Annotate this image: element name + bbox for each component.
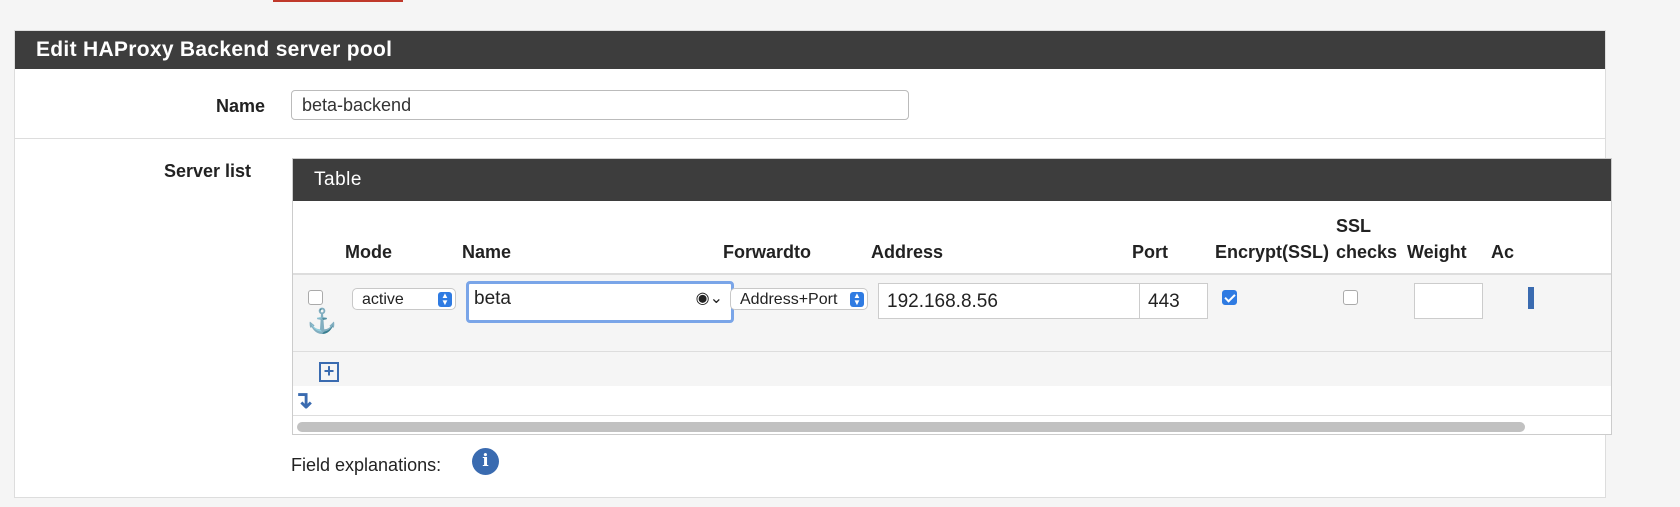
select-arrow-icon: ▲ ▼ — [438, 292, 452, 307]
forwardto-select-value: Address+Port — [740, 291, 838, 308]
weight-input[interactable] — [1414, 283, 1483, 319]
move-row-area: ↴ — [293, 386, 1611, 416]
header-ssl-checks-line1: SSL — [1336, 216, 1372, 236]
select-arrow-icon: ▲ ▼ — [850, 292, 864, 307]
port-value: 443 — [1148, 291, 1180, 312]
header-weight: Weight — [1407, 242, 1467, 262]
header-actions: Ac — [1491, 242, 1515, 262]
panel-title: Edit HAProxy Backend server pool — [15, 31, 1605, 69]
name-label: Name — [215, 96, 265, 116]
name-input[interactable] — [291, 90, 909, 120]
server-name-value: beta — [474, 288, 511, 309]
server-list-label: Server list — [163, 161, 251, 181]
mode-select[interactable]: active ▲ ▼ — [352, 288, 456, 310]
top-accent-bar — [273, 0, 403, 2]
row-select-checkbox[interactable] — [308, 290, 323, 305]
trash-icon[interactable] — [1528, 287, 1534, 309]
info-icon[interactable]: i — [472, 448, 499, 475]
header-name: Name — [462, 242, 512, 262]
anchor-icon[interactable]: ⚓ — [307, 307, 337, 336]
horizontal-scrollbar[interactable] — [293, 415, 1611, 434]
address-input[interactable]: 192.168.8.56 — [878, 283, 1140, 319]
table-row: ⚓ active ▲ ▼ beta ◉⌄ Address+Port ▲ ▼ 192.… — [293, 275, 1611, 352]
contact-icon: ◉⌄ — [695, 290, 723, 307]
address-value: 192.168.8.56 — [887, 291, 998, 312]
plus-square-icon[interactable]: + — [319, 362, 339, 382]
header-mode: Mode — [345, 242, 392, 262]
header-ssl-checks-line2: checks — [1336, 242, 1398, 262]
mode-select-value: active — [362, 291, 404, 308]
edit-backend-panel: Edit HAProxy Backend server pool Name Se… — [14, 30, 1612, 498]
header-port: Port — [1132, 242, 1168, 262]
scrollbar-thumb[interactable] — [297, 422, 1525, 432]
server-name-input[interactable]: beta ◉⌄ — [466, 281, 734, 323]
port-input[interactable]: 443 — [1139, 283, 1208, 319]
table-header-row: Mode Name Forwardto Address Port Encrypt… — [293, 201, 1611, 275]
server-table-panel: Table Mode Name Forwardto Address Port E… — [292, 158, 1612, 435]
header-forwardto: Forwardto — [723, 242, 811, 262]
name-row: Name — [15, 69, 1605, 139]
header-encrypt: Encrypt(SSL) — [1215, 242, 1330, 262]
forwardto-select[interactable]: Address+Port ▲ ▼ — [730, 288, 868, 310]
ssl-checks-checkbox[interactable] — [1343, 290, 1358, 305]
arrow-down-icon[interactable]: ↴ — [293, 386, 313, 415]
table-title: Table — [293, 159, 1611, 201]
header-address: Address — [871, 242, 944, 262]
encrypt-ssl-checkbox[interactable] — [1222, 290, 1237, 305]
add-row-area: + — [293, 352, 1611, 386]
field-explanations-label: Field explanations: — [291, 455, 442, 475]
